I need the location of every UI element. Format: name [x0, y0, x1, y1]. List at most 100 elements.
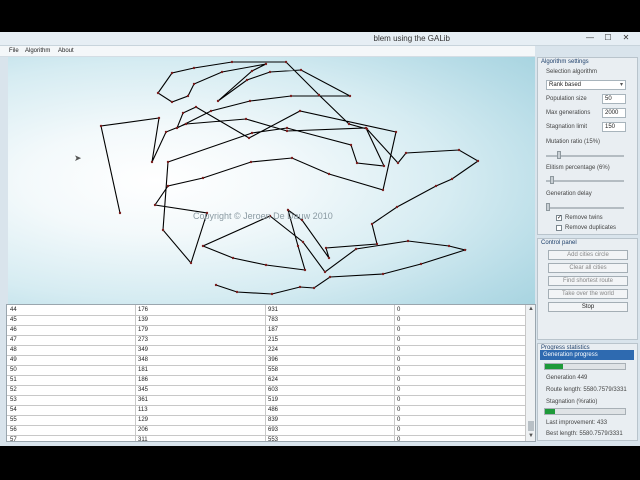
table-cell: 181 — [138, 367, 149, 373]
elitism-slider-track[interactable] — [546, 180, 624, 182]
table-cell: 54 — [10, 407, 17, 413]
city-point — [189, 261, 193, 265]
table-cell: 558 — [268, 367, 279, 373]
city-point — [381, 272, 385, 276]
delay-slider-track[interactable] — [546, 207, 624, 209]
max-generations-input[interactable]: 2000 — [602, 108, 626, 118]
menu-algorithm[interactable]: Algorithm — [25, 48, 50, 54]
selection-dropdown[interactable]: Rank based ▾ — [546, 80, 626, 90]
mutation-slider-thumb[interactable] — [557, 151, 561, 159]
cities-table[interactable]: 44 176 931 0 45 139 783 0 46 179 187 0 47 273 215 0 48 34… — [6, 304, 536, 442]
add-cities-circle-button[interactable]: Add cities circle — [548, 250, 628, 260]
menu-about[interactable]: About — [58, 48, 74, 54]
menu-file[interactable]: File — [9, 48, 19, 54]
table-row[interactable]: 54 113 486 0 — [7, 406, 525, 416]
city-point — [235, 290, 239, 294]
close-button[interactable]: ✕ — [618, 32, 634, 44]
stagnation-limit-input[interactable]: 150 — [602, 122, 626, 132]
table-cell: 44 — [10, 307, 17, 313]
generation-progress-header: Generation progress — [540, 350, 634, 360]
scroll-down-icon[interactable]: ▼ — [526, 432, 535, 441]
table-row[interactable]: 57 311 553 0 — [7, 436, 525, 442]
city-point — [249, 160, 253, 164]
table-cell: 50 — [10, 367, 17, 373]
selection-value: Rank based — [549, 82, 582, 88]
last-improvement-text: Last improvement: 433 — [546, 420, 608, 426]
city-point — [317, 93, 321, 97]
take-over-world-button[interactable]: Take over the world — [548, 289, 628, 299]
table-cell: 0 — [397, 377, 401, 383]
scroll-up-icon[interactable]: ▲ — [526, 305, 535, 314]
table-cell: 839 — [268, 417, 279, 423]
table-row[interactable]: 56 206 693 0 — [7, 426, 525, 436]
mutation-label: Mutation ratio (15%) — [546, 139, 601, 145]
city-point — [285, 129, 289, 133]
city-point — [192, 66, 196, 70]
table-cell: 624 — [268, 377, 279, 383]
table-cell: 129 — [138, 417, 149, 423]
table-row[interactable]: 53 361 519 0 — [7, 396, 525, 406]
population-label: Population size — [546, 96, 587, 102]
table-row[interactable]: 55 129 839 0 — [7, 416, 525, 426]
minimize-button[interactable]: — — [582, 32, 598, 44]
city-point — [231, 256, 235, 260]
city-point — [289, 94, 293, 98]
table-cell: 783 — [268, 317, 279, 323]
city-point — [447, 244, 451, 248]
table-cell: 53 — [10, 397, 17, 403]
table-row[interactable]: 47 273 215 0 — [7, 336, 525, 346]
city-point — [463, 248, 467, 252]
city-point — [457, 148, 461, 152]
city-point — [220, 70, 224, 74]
table-row[interactable]: 44 176 931 0 — [7, 306, 525, 316]
city-point — [118, 211, 122, 215]
table-row[interactable]: 48 349 224 0 — [7, 346, 525, 356]
table-cell: 176 — [138, 307, 149, 313]
table-row[interactable]: 50 181 558 0 — [7, 366, 525, 376]
remove-twins-checkbox[interactable]: ✓ — [556, 215, 562, 221]
table-cell: 486 — [268, 407, 279, 413]
table-cell: 0 — [397, 327, 401, 333]
table-cell: 0 — [397, 387, 401, 393]
table-row[interactable]: 52 345 603 0 — [7, 386, 525, 396]
delay-slider-thumb[interactable] — [546, 203, 550, 211]
city-point — [299, 68, 303, 72]
find-shortest-route-button[interactable]: Find shortest route — [548, 276, 628, 286]
table-cell: 206 — [138, 427, 149, 433]
remove-duplicates-checkbox[interactable] — [556, 225, 562, 231]
city-point — [244, 117, 248, 121]
table-cell: 49 — [10, 357, 17, 363]
table-cell: 224 — [268, 347, 279, 353]
table-row[interactable]: 49 348 396 0 — [7, 356, 525, 366]
city-point — [298, 109, 302, 113]
stop-button[interactable]: Stop — [548, 302, 628, 312]
table-cell: 187 — [268, 327, 279, 333]
route-drawing — [99, 60, 480, 296]
table-cell: 311 — [138, 437, 148, 442]
table-scrollbar[interactable]: ▲ ▼ — [525, 305, 535, 441]
city-point — [396, 161, 400, 165]
scroll-thumb[interactable] — [528, 421, 534, 431]
city-point — [150, 160, 154, 164]
table-cell: 113 — [138, 407, 148, 413]
population-input[interactable]: 50 — [602, 94, 626, 104]
control-panel-group: Control panel Add cities circle Clear al… — [537, 238, 638, 340]
table-cell: 51 — [10, 377, 17, 383]
stagnation-progress-bar — [544, 408, 626, 415]
clear-all-cities-button[interactable]: Clear all cities — [548, 263, 628, 273]
city-point — [347, 122, 351, 126]
table-cell: 273 — [138, 337, 149, 343]
generation-progress-label: Generation progress — [543, 352, 598, 358]
table-cell: 931 — [268, 307, 279, 313]
table-row[interactable]: 51 186 624 0 — [7, 376, 525, 386]
city-point — [434, 184, 438, 188]
table-row[interactable]: 45 139 783 0 — [7, 316, 525, 326]
city-point — [181, 111, 185, 115]
table-row[interactable]: 46 179 187 0 — [7, 326, 525, 336]
table-cell: 345 — [138, 387, 149, 393]
table-cell: 0 — [397, 417, 401, 423]
city-point — [296, 244, 300, 248]
route-canvas[interactable]: Copyright © Jeroen De Dauw 2010 ➤ — [8, 57, 535, 332]
elitism-slider-thumb[interactable] — [550, 176, 554, 184]
maximize-button[interactable]: ☐ — [600, 32, 616, 44]
